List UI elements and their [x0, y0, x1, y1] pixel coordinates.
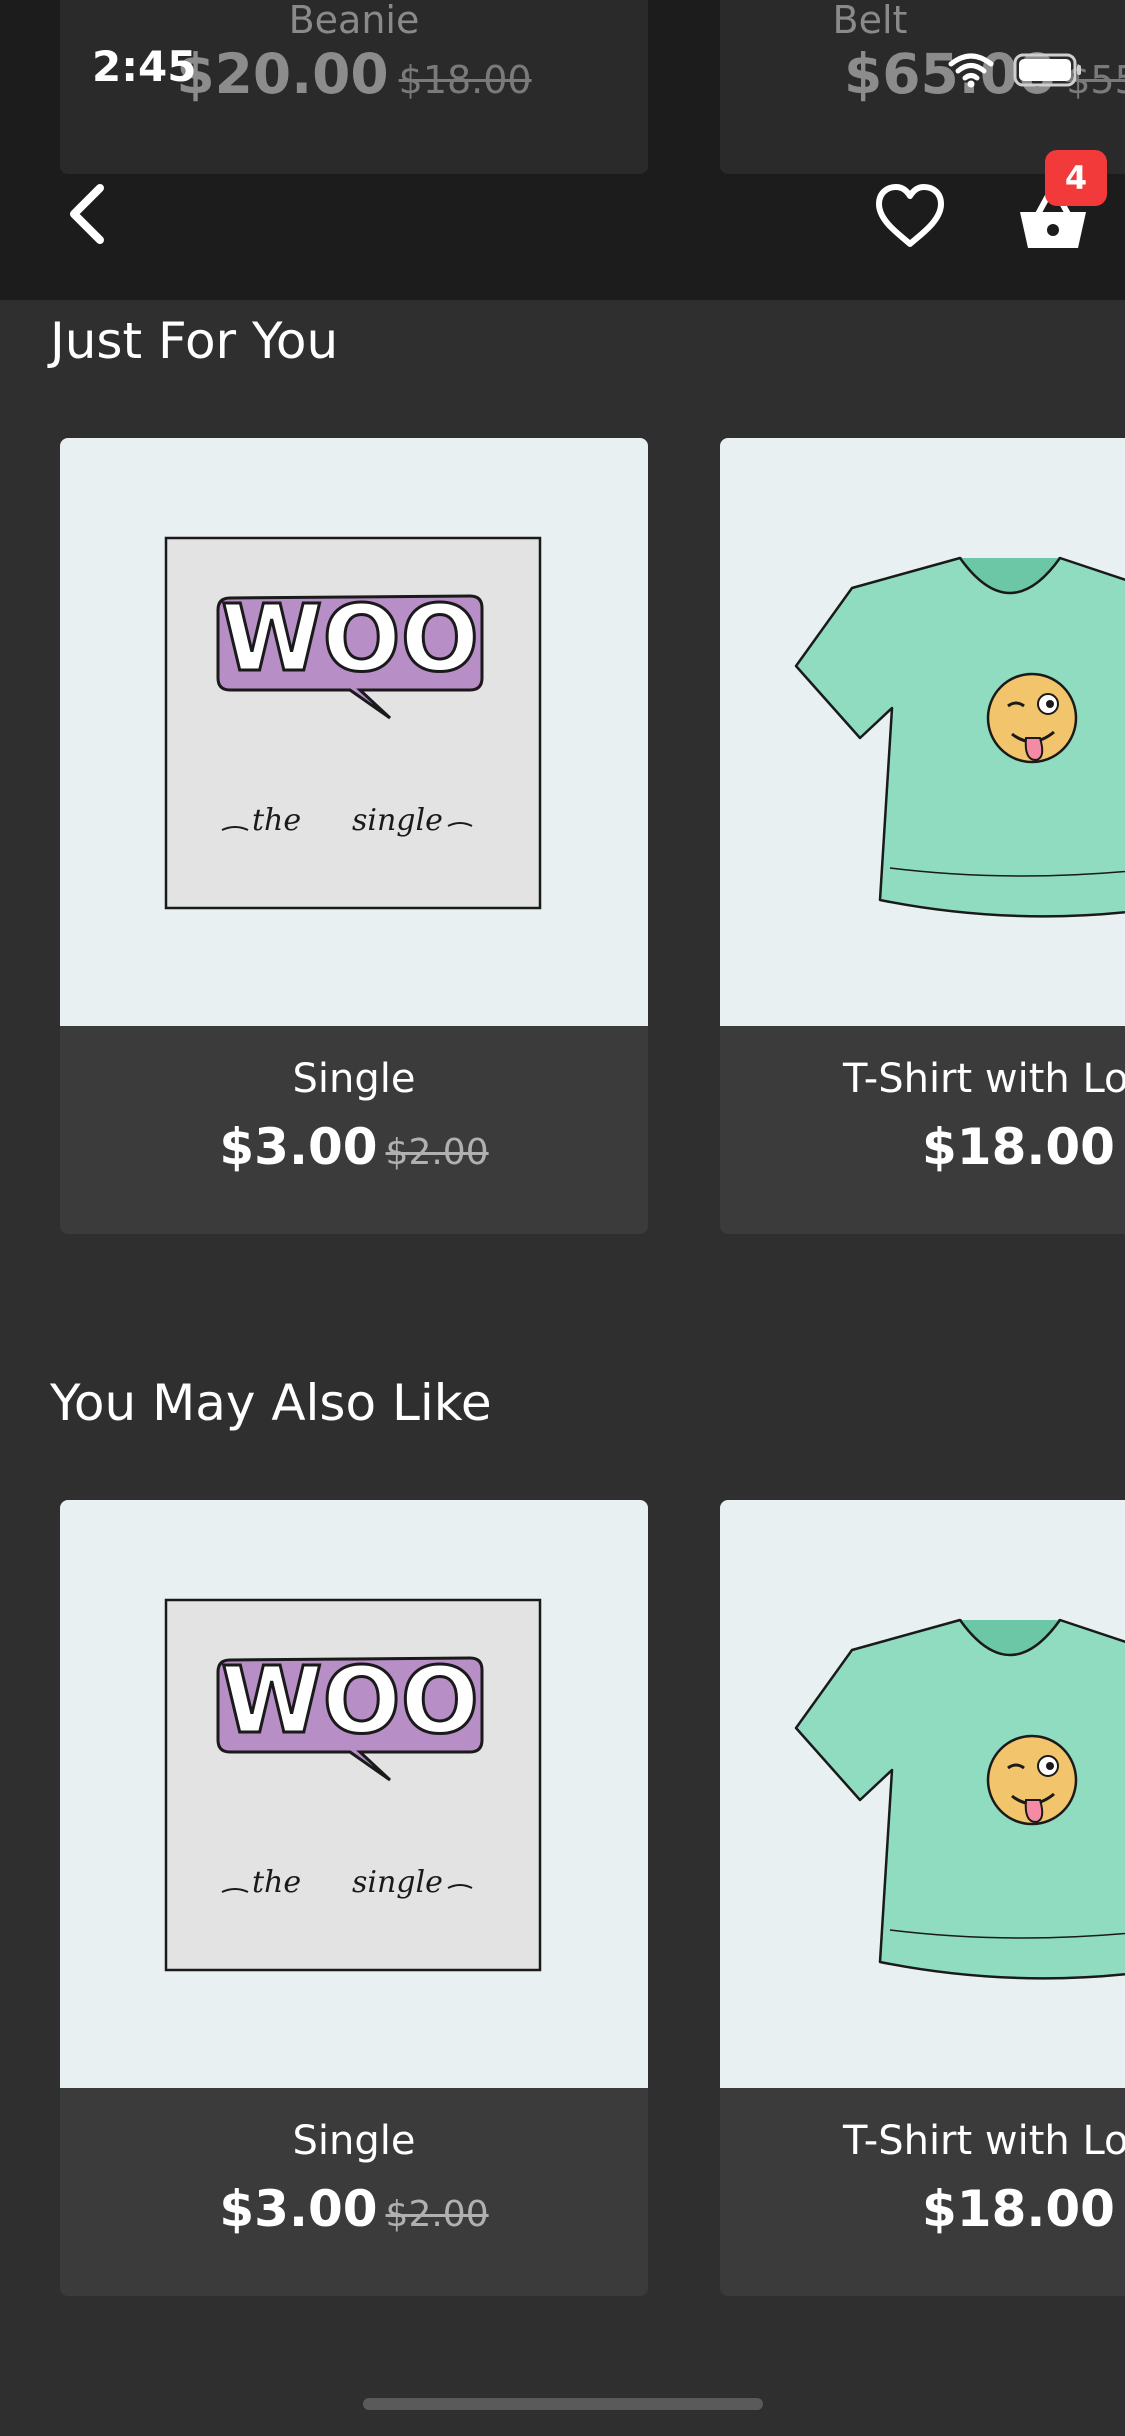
svg-text:single: single: [352, 1865, 443, 1900]
product-price: $3.00 $2.00: [60, 2180, 648, 2238]
product-image: WOO the single: [60, 438, 648, 1026]
status-time: 2:45: [92, 42, 197, 91]
chevron-left-icon: [64, 182, 108, 250]
product-card[interactable]: WOO the single Single $3.00 $2.00: [60, 438, 648, 1234]
heart-icon: [873, 184, 947, 254]
svg-text:WOO: WOO: [221, 585, 479, 692]
product-image: [720, 438, 1125, 1026]
peek-regular-price: $18.00: [398, 58, 532, 102]
product-info: Single $3.00 $2.00: [60, 2088, 648, 2296]
peek-sale-price: $20.00: [176, 42, 389, 106]
product-info: Single $3.00 $2.00: [60, 1026, 648, 1234]
peek-product-name: Belt: [832, 0, 908, 42]
green-tshirt-emoji: [794, 556, 1125, 918]
battery-icon: [1013, 53, 1083, 91]
sale-price: $3.00: [219, 1118, 378, 1176]
product-name: T-Shirt with Lo: [843, 2118, 1125, 2164]
svg-text:the: the: [252, 803, 301, 838]
product-name: Single: [292, 1056, 416, 1102]
product-image: WOO the single: [60, 1500, 648, 2088]
product-name: T-Shirt with Lo: [843, 1056, 1125, 1102]
green-tshirt-emoji: [794, 1618, 1125, 1980]
sale-price: $18.00: [922, 2180, 1115, 2238]
section-title-you-may-also-like: You May Also Like: [50, 1374, 492, 1432]
back-button[interactable]: [58, 176, 114, 256]
svg-text:WOO: WOO: [221, 1647, 479, 1754]
cart-count-badge: 4: [1045, 150, 1107, 206]
peek-product-name: Beanie: [288, 0, 420, 42]
section-title-just-for-you: Just For You: [50, 312, 339, 370]
svg-text:single: single: [352, 803, 443, 838]
regular-price: $2.00: [385, 2194, 489, 2235]
wishlist-button[interactable]: [873, 182, 947, 250]
product-info: T-Shirt with Lo $18.00: [720, 2088, 1125, 2296]
sale-price: $18.00: [922, 1118, 1115, 1176]
product-card[interactable]: WOO the single Single $3.00 $2.00: [60, 1500, 648, 2296]
product-info: T-Shirt with Lo $18.00: [720, 1026, 1125, 1234]
svg-text:the: the: [252, 1865, 301, 1900]
product-image: [720, 1500, 1125, 2088]
product-price: $18.00: [922, 2180, 1125, 2238]
product-name: Single: [292, 2118, 416, 2164]
product-card[interactable]: T-Shirt with Lo $18.00: [720, 1500, 1125, 2296]
status-icons: [947, 52, 1083, 92]
product-screen: Beanie $20.00$18.00 Belt $65.00$55. 2:45: [0, 0, 1125, 2436]
regular-price: $2.00: [385, 1132, 489, 1173]
product-price: $3.00 $2.00: [60, 1118, 648, 1176]
home-indicator[interactable]: [363, 2398, 763, 2410]
product-card[interactable]: T-Shirt with Lo $18.00: [720, 438, 1125, 1234]
woo-single-art: WOO the single: [164, 1598, 542, 1972]
wifi-icon: [947, 52, 995, 92]
woo-single-art: WOO the single: [164, 536, 542, 910]
basket-icon: [1016, 189, 1090, 258]
product-price: $18.00: [922, 1118, 1125, 1176]
sale-price: $3.00: [219, 2180, 378, 2238]
